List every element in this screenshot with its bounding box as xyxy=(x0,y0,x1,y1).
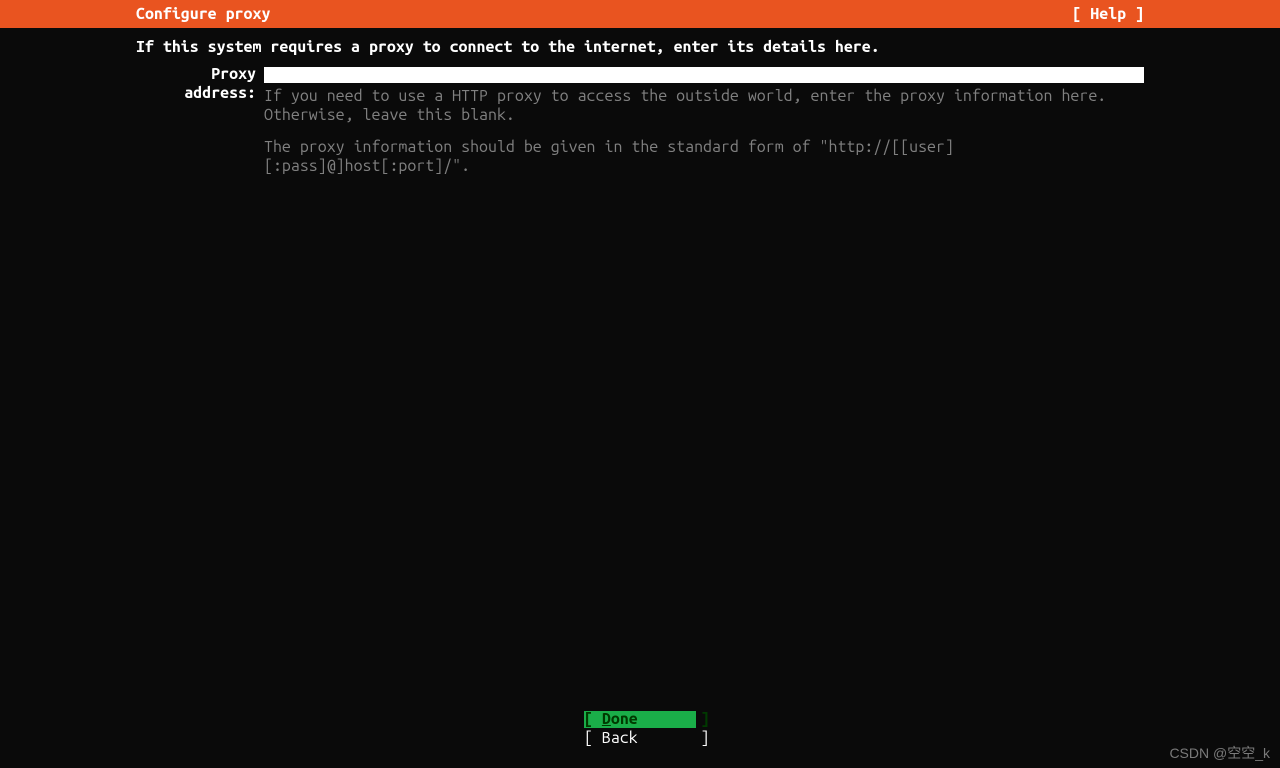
done-accelerator: D xyxy=(602,710,611,728)
proxy-address-label: Proxy address: xyxy=(136,65,264,103)
back-accelerator: B xyxy=(602,729,611,747)
button-bar: [ Done ] [ Back ] xyxy=(0,710,1280,748)
installer-header: Configure proxy [ Help ] xyxy=(0,0,1280,28)
proxy-row: Proxy address: If you need to use a HTTP… xyxy=(0,65,1280,188)
done-button[interactable]: [ Done ] xyxy=(584,711,696,729)
proxy-hint-2: The proxy information should be given in… xyxy=(264,138,1144,176)
intro-text: If this system requires a proxy to conne… xyxy=(0,28,1280,65)
help-button[interactable]: [ Help ] xyxy=(1072,0,1144,28)
proxy-hint-1: If you need to use a HTTP proxy to acces… xyxy=(264,87,1144,125)
page-title: Configure proxy xyxy=(136,0,270,28)
watermark: CSDN @空空_k xyxy=(1169,745,1270,762)
proxy-address-input[interactable] xyxy=(264,67,1144,83)
back-button[interactable]: [ Back ] xyxy=(584,730,696,748)
